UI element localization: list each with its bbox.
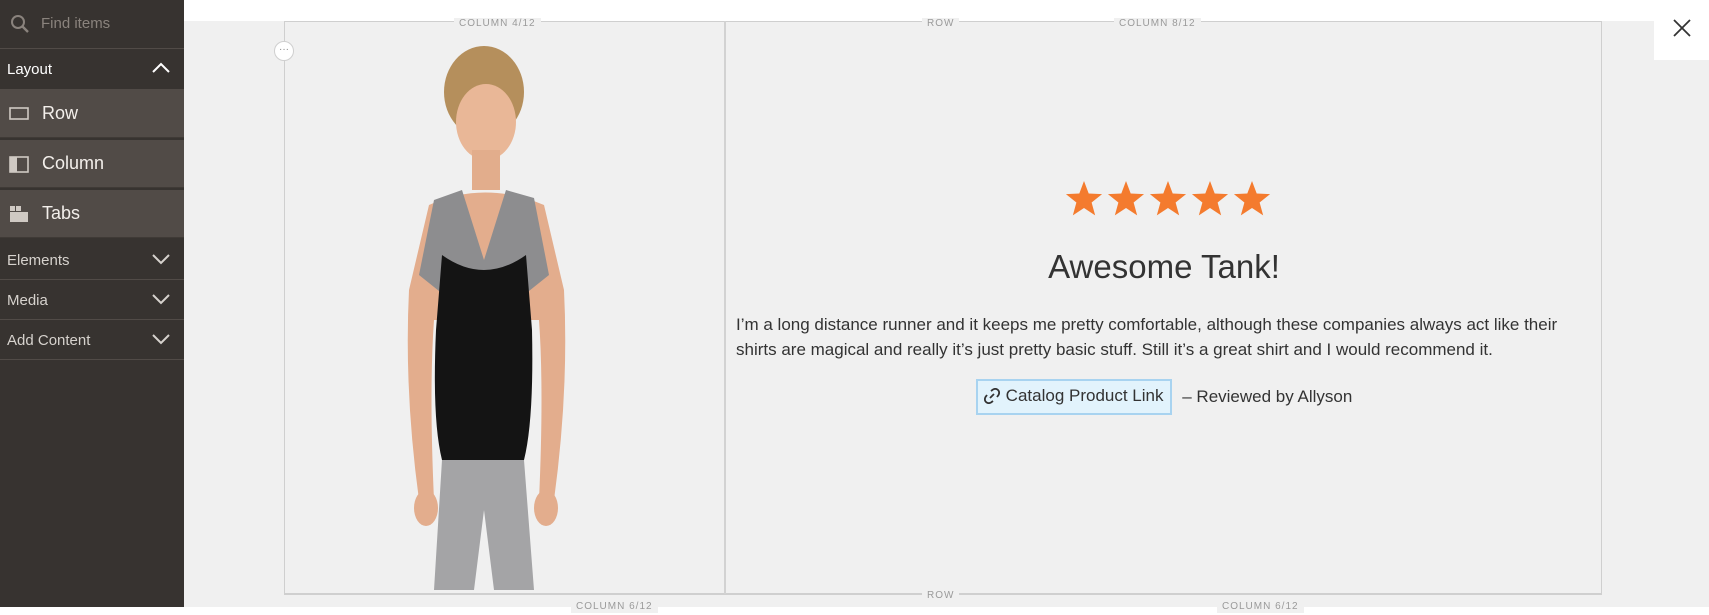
sidebar-item-column[interactable]: Column: [0, 140, 184, 188]
catalog-product-link[interactable]: Catalog Product Link: [975, 379, 1172, 415]
column-icon: [9, 156, 29, 173]
product-image: [407, 46, 566, 590]
stage: COLUMN 4/12 ROW COLUMN 8/12 ROW COLUMN 6…: [184, 0, 1709, 613]
column-label[interactable]: COLUMN 6/12: [1217, 601, 1304, 613]
section-elements[interactable]: Elements: [0, 240, 184, 280]
column-label[interactable]: COLUMN 6/12: [571, 601, 658, 613]
testimonial-attribution: Catalog Product Link – Reviewed by Allys…: [726, 379, 1602, 415]
star-icon: [1065, 181, 1103, 216]
column-label[interactable]: COLUMN 4/12: [454, 18, 541, 30]
star-icon: [1107, 181, 1145, 216]
row-label[interactable]: ROW: [922, 590, 960, 602]
sidebar-item-label: Column: [42, 153, 105, 173]
rating-stars: [1065, 181, 1271, 216]
section-elements-label: Elements: [7, 252, 70, 269]
reviewer-name: – Reviewed by Allyson: [1182, 387, 1353, 406]
close-icon: [1673, 19, 1691, 37]
row-label[interactable]: ROW: [922, 18, 960, 30]
chevron-up-icon: [152, 62, 170, 73]
star-icon: [1191, 181, 1229, 216]
star-icon: [1233, 181, 1271, 216]
section-add-content[interactable]: Add Content: [0, 320, 184, 360]
search-icon: [11, 15, 29, 33]
star-icon: [1149, 181, 1187, 216]
testimonial-heading: Awesome Tank!: [1048, 248, 1280, 285]
section-media-label: Media: [7, 292, 48, 309]
close-button[interactable]: [1654, 0, 1709, 60]
section-layout-label: Layout: [7, 61, 53, 78]
sidebar: Find items Layout Row Column Tabs Elemen…: [0, 0, 184, 607]
link-icon: [983, 387, 1000, 405]
chevron-down-icon: [152, 334, 170, 345]
sidebar-item-label: Tabs: [42, 203, 81, 223]
column-divider[interactable]: [724, 21, 726, 594]
tabs-icon: [10, 206, 28, 222]
sidebar-item-row[interactable]: Row: [0, 90, 184, 138]
column-label[interactable]: COLUMN 8/12: [1114, 18, 1201, 30]
row-icon: [9, 107, 29, 120]
sidebar-item-label: Row: [42, 103, 79, 123]
section-media[interactable]: Media: [0, 280, 184, 320]
section-layout[interactable]: Layout: [0, 50, 184, 90]
stage-top-bar: [184, 0, 1654, 21]
options-menu-button[interactable]: ···: [274, 41, 294, 61]
sidebar-item-tabs[interactable]: Tabs: [0, 190, 184, 238]
chevron-down-icon: [152, 294, 170, 305]
chevron-down-icon: [152, 254, 170, 265]
testimonial-quote: I’m a long distance runner and it keeps …: [736, 315, 1558, 359]
search-input[interactable]: Find items: [41, 15, 110, 32]
search-box[interactable]: Find items: [0, 0, 184, 49]
catalog-product-link-label: Catalog Product Link: [1005, 386, 1164, 405]
section-add-content-label: Add Content: [7, 332, 91, 349]
